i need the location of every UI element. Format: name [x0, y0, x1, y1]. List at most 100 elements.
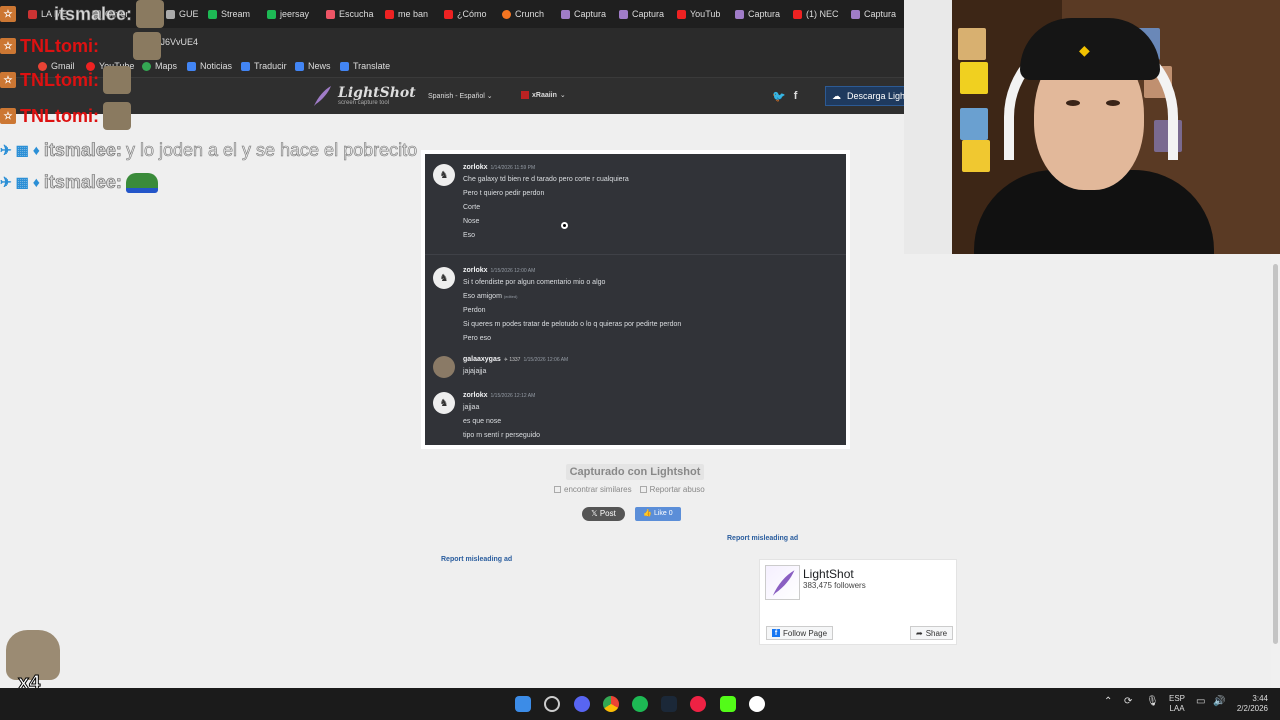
kick-icon[interactable]	[720, 696, 736, 712]
report-misleading-ad-link[interactable]: Report misleading ad	[441, 556, 512, 563]
pepe-emote-icon	[125, 172, 158, 193]
message-time: 1/15/2026 12:12 AM	[490, 393, 536, 399]
system-clock[interactable]: 3:44 2/2/2026	[1232, 694, 1268, 714]
x-post-button[interactable]: 𝕏 Post	[582, 507, 625, 521]
download-button[interactable]: ☁ Descarga Lightshot	[825, 86, 905, 106]
follower-count: 383,475 followers	[803, 581, 866, 590]
page-name[interactable]: LightShot	[803, 567, 854, 581]
chat-message: ☆ TNLtomi:	[0, 32, 161, 60]
bookmark-translate[interactable]: Translate	[340, 61, 390, 71]
riot-icon[interactable]	[690, 696, 706, 712]
browser-tab[interactable]: (1) NEC	[793, 5, 839, 23]
kick-icon	[267, 9, 276, 19]
browser-tab[interactable]: Stream	[208, 5, 250, 23]
image-icon	[554, 486, 561, 493]
edited-label: (edited)	[503, 294, 518, 299]
scrollbar-thumb[interactable]	[1273, 264, 1278, 644]
kick-icon	[208, 9, 217, 19]
chevron-down-icon: ⌄	[559, 92, 566, 99]
badge-icon: ☆	[0, 6, 16, 22]
volume-icon[interactable]: 🔊	[1213, 696, 1225, 707]
report-abuse-link[interactable]: Reportar abuso	[639, 485, 705, 494]
scrollbar[interactable]	[1271, 254, 1280, 688]
message-author: zorlokx	[463, 267, 488, 274]
browser-tab[interactable]: GUE	[166, 5, 199, 23]
clock-app-icon[interactable]	[544, 696, 560, 712]
twitter-icon[interactable]: 🐦	[772, 90, 786, 103]
captured-with-label: Capturado con Lightshot	[566, 464, 704, 480]
language-selector[interactable]: Spanish - Español ⌄	[428, 92, 493, 100]
webcam-overlay: ◆	[904, 0, 1280, 254]
network-icon[interactable]: ▭	[1196, 696, 1205, 707]
poster	[960, 62, 988, 94]
message-header: zorlokx 1/15/2026 12:12 AM	[463, 392, 535, 399]
chrome-icon[interactable]	[603, 696, 619, 712]
sync-icon[interactable]: ⟳	[1124, 696, 1132, 707]
badge-icons: ✈ ▦ ♦	[0, 142, 40, 158]
user-avatar	[521, 91, 529, 99]
facebook-like-button[interactable]: 👍 Like 0	[635, 507, 681, 521]
message-line: es que nose	[463, 418, 502, 425]
bookmark-maps[interactable]: Maps	[142, 61, 177, 71]
message-author: galaaxygas	[463, 356, 501, 363]
report-misleading-ad-link[interactable]: Report misleading ad	[727, 535, 798, 542]
share-button[interactable]: ➦ Share	[910, 626, 954, 640]
news-icon	[187, 61, 196, 71]
bookmark-noticias[interactable]: Noticias	[187, 61, 232, 71]
translate-icon	[241, 61, 250, 71]
browser-tab[interactable]: YouTub	[677, 5, 720, 23]
avatar: ♞	[433, 164, 455, 186]
browser-tab[interactable]: me ban	[385, 5, 428, 23]
feather-icon	[772, 569, 794, 596]
message-time: 1/15/2026 12:00 AM	[490, 268, 536, 274]
chevron-down-icon: ⌄	[486, 93, 493, 100]
discord-icon[interactable]	[574, 696, 590, 712]
spotify-icon[interactable]	[632, 696, 648, 712]
browser-tab[interactable]: Captura	[735, 5, 780, 23]
lightshot-page-logo[interactable]	[765, 565, 800, 600]
avatar	[433, 356, 455, 378]
crunchyroll-icon	[502, 9, 511, 19]
browser-tab[interactable]: Crunch	[502, 5, 544, 23]
bookmark-traducir[interactable]: Traducir	[241, 61, 287, 71]
screenshot-frame: ♞ zorlokx 1/14/2026 11:59 PM Che galaxy t…	[421, 150, 850, 449]
browser-tab[interactable]: Captura	[561, 5, 606, 23]
soundcloud-icon	[326, 9, 335, 19]
lightshot-logo[interactable]: LightShot screen capture tool	[312, 85, 416, 107]
youtube-icon	[793, 9, 802, 19]
message-line: tipo m sentí r perseguido	[463, 432, 541, 439]
message-header: zorlokx 1/15/2026 12:00 AM	[463, 267, 535, 274]
find-similar-link[interactable]: encontrar similares	[554, 485, 632, 494]
bookmark-news[interactable]: News	[295, 61, 331, 71]
browser-tab[interactable]: jeersay	[267, 5, 309, 23]
message-line: jajjaa	[463, 404, 480, 411]
youtube-icon	[385, 9, 394, 19]
browser-tab[interactable]: ¿Cómo	[444, 5, 487, 23]
message-author: zorlokx	[463, 164, 488, 171]
avatar: ♞	[433, 267, 455, 289]
microphone-icon[interactable]: 🎙	[1146, 696, 1159, 707]
media-player-icon[interactable]	[749, 696, 765, 712]
browser-tab[interactable]: Captura	[851, 5, 896, 23]
user-menu[interactable]: xRaaiin ⌄	[521, 91, 566, 99]
message-line: jajajajja	[463, 368, 487, 375]
browser-tab[interactable]: Captura	[619, 5, 664, 23]
browser-tab[interactable]: Escucha	[326, 5, 374, 23]
chevron-up-icon[interactable]: ⌃	[1104, 696, 1112, 707]
user-tag: ✈ 1337	[503, 357, 521, 363]
badge-icon: ☆	[0, 72, 16, 88]
divider	[425, 254, 846, 255]
x-icon: 𝕏	[591, 509, 600, 518]
poster	[958, 28, 986, 60]
emote-icon	[102, 102, 131, 130]
facebook-icon[interactable]: f	[794, 90, 798, 103]
follow-page-button[interactable]: f Follow Page	[766, 626, 834, 640]
image-actions: encontrar similares Reportar abuso	[554, 485, 705, 494]
chat-message: ☆ TNLtomi:	[0, 66, 131, 94]
facebook-icon: f	[772, 629, 780, 637]
input-language[interactable]: ESP LAA	[1169, 694, 1185, 714]
windows-start-icon[interactable]	[515, 696, 531, 712]
feather-icon	[314, 86, 331, 106]
beanie	[1020, 18, 1160, 80]
steam-icon[interactable]	[661, 696, 677, 712]
